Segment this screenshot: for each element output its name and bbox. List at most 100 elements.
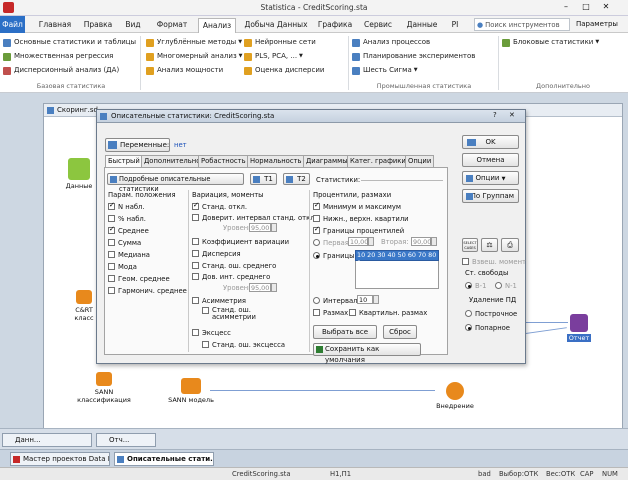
second-field[interactable]: 90,00 <box>411 237 431 246</box>
print-button[interactable]: ⎙ <box>501 238 519 252</box>
checkbox[interactable] <box>108 239 115 246</box>
checkbox[interactable] <box>192 273 199 280</box>
tab-tools[interactable]: Сервис <box>360 18 396 33</box>
ci-level-spinner[interactable] <box>271 223 277 232</box>
ci-mean-level-field[interactable]: 95,00 <box>249 283 271 292</box>
first-spinner[interactable] <box>368 237 374 246</box>
cb-median[interactable]: Медиана <box>108 250 150 259</box>
select-cases-button[interactable]: SELECT CASES <box>462 238 478 252</box>
checkbox[interactable] <box>192 262 199 269</box>
ci-mean-level-spinner[interactable] <box>271 283 277 292</box>
by-groups-button[interactable]: По Группам <box>462 189 519 203</box>
tab-data[interactable]: Данные <box>404 18 440 33</box>
dialog-help-icon[interactable]: ? <box>493 111 497 119</box>
tab-data-mining[interactable]: Добыча Данных <box>242 18 310 33</box>
radio[interactable] <box>313 252 320 259</box>
tab-format[interactable]: Формат <box>152 18 192 33</box>
checkbox[interactable] <box>192 329 199 336</box>
checkbox[interactable] <box>108 275 115 282</box>
t1-button[interactable]: Т1 <box>250 173 277 185</box>
ribbon-six-sigma[interactable]: Шесть Сигма ▼ <box>352 65 418 76</box>
tab-robust[interactable]: Робастность <box>198 155 249 167</box>
cb-mode[interactable]: Мода <box>108 262 137 271</box>
ribbon-advanced-methods[interactable]: Углублённые методы ▼ <box>146 37 242 48</box>
cb-weighted[interactable]: Взвеш. момент <box>462 257 526 266</box>
params-menu[interactable]: Параметры <box>576 20 618 28</box>
taskbar-item-project-wizard[interactable]: Мастер проектов Data M... <box>10 452 110 466</box>
dialog-close-icon[interactable]: ✕ <box>509 111 515 119</box>
cb-kurt-se[interactable]: Станд. ош. эксцесса <box>202 340 285 349</box>
bounds-field[interactable]: 10 20 30 40 50 60 70 80 9 <box>355 250 439 267</box>
cb-geo-mean[interactable]: Геом. среднее <box>108 274 170 283</box>
node-report[interactable]: Отчет <box>564 314 594 342</box>
checkbox[interactable] <box>192 297 199 304</box>
ok-button[interactable]: OK <box>462 135 519 149</box>
cb-n-obs[interactable]: N набл. <box>108 201 145 211</box>
cb-kurtosis[interactable]: Эксцесс <box>192 328 231 337</box>
ribbon-basic-stats[interactable]: Основные статистики и таблицы <box>3 37 136 48</box>
radio[interactable] <box>465 282 472 289</box>
intervals-spinner[interactable] <box>373 295 379 304</box>
checkbox[interactable] <box>108 215 115 222</box>
checkbox[interactable] <box>108 287 115 294</box>
radio-pairwise[interactable]: Попарное <box>465 323 510 332</box>
checkbox[interactable] <box>108 201 115 210</box>
radio-df-n1[interactable]: N-1 <box>495 281 517 290</box>
select-all-button[interactable]: Выбрать все <box>313 325 377 339</box>
tab-charts[interactable]: Диаграммы <box>303 155 351 167</box>
tab-normality[interactable]: Нормальность <box>247 155 305 167</box>
checkbox[interactable] <box>349 309 356 316</box>
ribbon-pls-pca[interactable]: PLS, PCA, ... ▼ <box>244 51 303 62</box>
intervals-field[interactable]: 10 <box>357 295 373 304</box>
detailed-stats-button[interactable]: Подробные описательные статистики <box>107 173 244 193</box>
cb-pct-bounds[interactable]: Границы процентилей <box>313 225 404 235</box>
tab-graphics[interactable]: Графика <box>316 18 354 33</box>
second-spinner[interactable] <box>431 237 437 246</box>
cb-sem[interactable]: Станд. ош. среднего <box>192 261 276 270</box>
reset-button[interactable]: Сброс <box>383 325 417 339</box>
radio-df-v1[interactable]: В-1 <box>465 281 486 290</box>
cb-min-max[interactable]: Минимум и максимум <box>313 201 401 211</box>
cb-iqr[interactable]: Квартильн. размах <box>349 308 427 317</box>
cb-mean[interactable]: Среднее <box>108 225 149 235</box>
variables-button[interactable]: Переменные: <box>105 138 170 152</box>
search-box[interactable]: ● Поиск инструментов <box>474 18 570 31</box>
checkbox[interactable] <box>192 201 199 210</box>
save-default-button[interactable]: Сохранить как умолчания <box>313 343 421 364</box>
checkbox[interactable] <box>313 309 320 316</box>
checkbox[interactable] <box>313 201 320 210</box>
checkbox[interactable] <box>192 250 199 257</box>
checkbox[interactable] <box>108 225 115 234</box>
search-input[interactable]: Поиск инструментов <box>485 21 559 29</box>
checkbox[interactable] <box>313 225 320 234</box>
cb-skewness[interactable]: Асимметрия <box>192 296 246 305</box>
tab-file[interactable]: Файл <box>0 16 25 33</box>
radio-bounds[interactable]: Границы: <box>313 251 357 260</box>
first-field[interactable]: 10,00 <box>348 237 368 246</box>
tab-home[interactable]: Главная <box>34 18 76 33</box>
cb-quartiles[interactable]: Нижн., верхн. квартили <box>313 214 409 223</box>
checkbox[interactable] <box>202 307 209 314</box>
node-sann-class[interactable]: SANN классификация <box>72 372 136 404</box>
tab-edit[interactable]: Правка <box>80 18 116 33</box>
radio[interactable] <box>313 239 320 246</box>
checkbox[interactable] <box>192 238 199 245</box>
checkbox[interactable] <box>108 263 115 270</box>
cb-std-dev[interactable]: Станд. откл. <box>192 201 247 211</box>
ribbon-multiple-regression[interactable]: Множественная регрессия <box>3 51 113 62</box>
cb-cv[interactable]: Коэффициент вариации <box>192 237 289 246</box>
ribbon-variance-est[interactable]: Оценка дисперсии <box>244 65 324 76</box>
radio-casewise[interactable]: Построчное <box>465 309 517 318</box>
checkbox[interactable] <box>202 341 209 348</box>
cancel-button[interactable]: Отмена <box>462 153 519 167</box>
radio[interactable] <box>495 282 502 289</box>
tab-advanced[interactable]: Дополнительно <box>141 155 204 167</box>
minimize-icon[interactable]: – <box>560 2 572 13</box>
ribbon-multivariate[interactable]: Многомерный анализ ▼ <box>146 51 243 62</box>
checkbox[interactable] <box>108 251 115 258</box>
checkbox[interactable] <box>313 215 320 222</box>
ci-level-field[interactable]: 95,00 <box>249 223 271 232</box>
cb-pct-obs[interactable]: % набл. <box>108 214 146 223</box>
maximize-icon[interactable]: □ <box>580 2 592 13</box>
tab-options[interactable]: Опции <box>405 155 435 167</box>
